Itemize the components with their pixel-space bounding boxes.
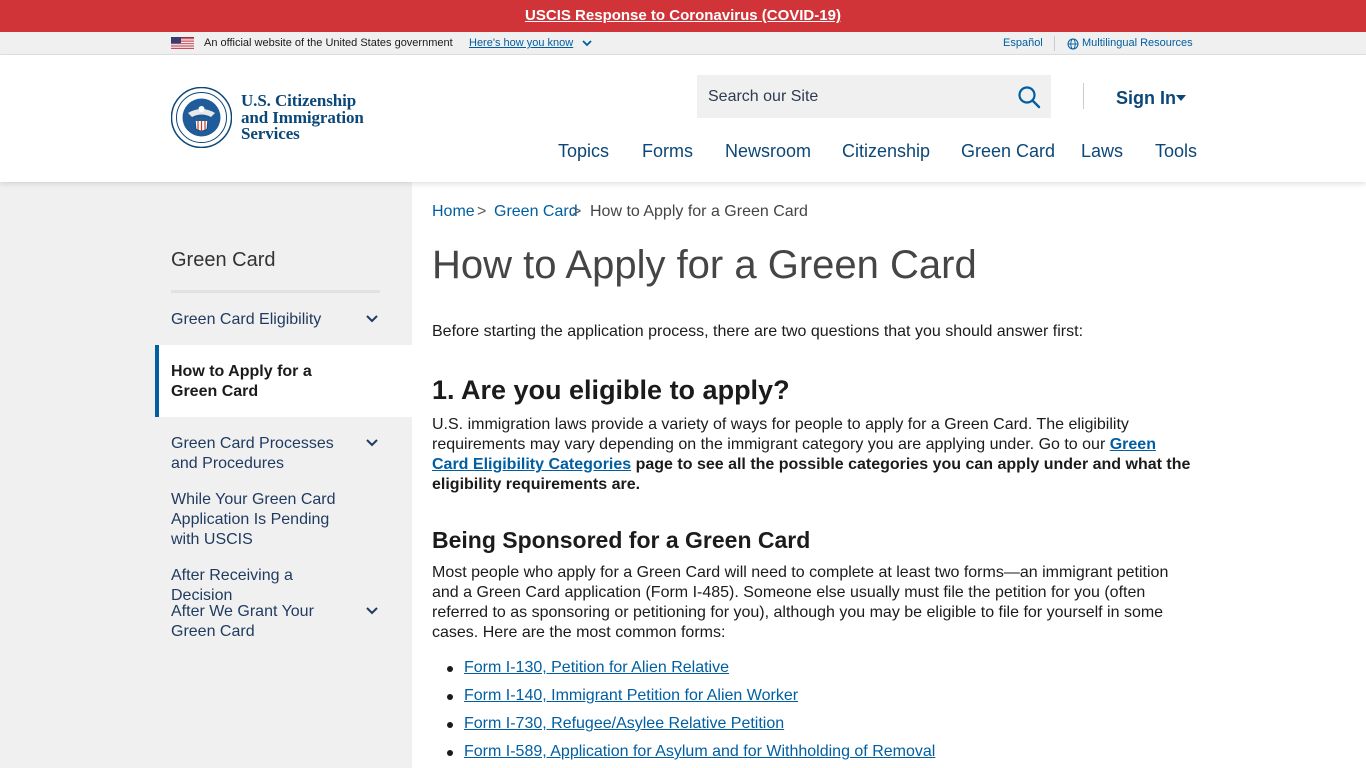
form-i140-link[interactable]: Form I-140, Immigrant Petition for Alien… <box>464 687 798 705</box>
nav-newsroom[interactable]: Newsroom <box>725 141 811 162</box>
form-i130-link[interactable]: Form I-130, Petition for Alien Relative <box>464 659 729 677</box>
sidebar-title[interactable]: Green Card <box>171 249 276 272</box>
chevron-down-icon[interactable] <box>364 603 380 619</box>
us-flag-icon <box>171 37 194 49</box>
section-heading-sponsored: Being Sponsored for a Green Card <box>432 527 811 553</box>
nav-topics[interactable]: Topics <box>558 141 609 162</box>
list-bullet <box>447 750 453 756</box>
site-header: U.S. Citizenship and Immigration Service… <box>0 55 1366 182</box>
gov-banner: An official website of the United States… <box>0 32 1366 55</box>
intro-text: Before starting the application process,… <box>432 323 1084 340</box>
caret-down-icon[interactable] <box>1175 93 1187 103</box>
sidebar-divider <box>171 290 380 293</box>
alert-bar: USCIS Response to Coronavirus (COVID-19) <box>0 0 1366 32</box>
sidebar-item-after-grant[interactable]: After We Grant Your Green Card <box>171 602 351 642</box>
sidebar-item-how-to-apply[interactable]: How to Apply for a Green Card <box>155 345 412 417</box>
sponsored-paragraph: Most people who apply for a Green Card w… <box>432 564 1169 641</box>
banner-divider <box>1054 36 1055 51</box>
espanol-link[interactable]: Español <box>1003 37 1043 49</box>
list-bullet <box>447 666 453 672</box>
nav-forms[interactable]: Forms <box>642 141 693 162</box>
dhs-seal-logo[interactable] <box>171 87 232 148</box>
agency-logo-text[interactable]: U.S. Citizenship and Immigration Service… <box>241 92 364 143</box>
form-i730-link[interactable]: Form I-730, Refugee/Asylee Relative Peti… <box>464 715 784 733</box>
logo-line: Services <box>241 124 300 143</box>
list-bullet <box>447 722 453 728</box>
section-heading-eligibility: 1. Are you eligible to apply? <box>432 375 790 405</box>
sidebar-item-label: How to Apply for a Green Card <box>171 363 312 400</box>
nav-laws[interactable]: Laws <box>1081 141 1123 162</box>
sign-in-button[interactable]: Sign In <box>1116 88 1176 109</box>
breadcrumb-home[interactable]: Home <box>432 203 475 221</box>
covid-alert-link[interactable]: USCIS Response to Coronavirus (COVID-19) <box>0 7 1366 24</box>
nav-green-card[interactable]: Green Card <box>961 141 1055 162</box>
paragraph-text: U.S. immigration laws provide a variety … <box>432 416 1129 453</box>
nav-citizenship[interactable]: Citizenship <box>842 141 930 162</box>
chevron-down-icon[interactable] <box>364 311 380 327</box>
breadcrumb-separator: > <box>477 203 487 220</box>
multilingual-resources-link[interactable]: Multilingual Resources <box>1082 37 1193 49</box>
chevron-down-icon[interactable] <box>364 435 380 451</box>
form-i589-link[interactable]: Form I-589, Application for Asylum and f… <box>464 743 935 761</box>
nav-tools[interactable]: Tools <box>1155 141 1197 162</box>
sidebar-item-after-decision[interactable]: After Receiving a Decision <box>171 566 351 606</box>
search-box <box>697 75 1051 118</box>
sidebar-item-pending[interactable]: While Your Green Card Application Is Pen… <box>171 490 341 550</box>
sidebar-item-processes[interactable]: Green Card Processes and Procedures <box>171 434 351 474</box>
sidebar-nav: Green Card Green Card Eligibility How to… <box>0 182 412 768</box>
chevron-down-icon[interactable] <box>581 37 593 49</box>
page-title: How to Apply for a Green Card <box>432 243 977 287</box>
breadcrumb-separator: > <box>572 203 582 220</box>
search-input[interactable] <box>697 75 1007 118</box>
sidebar-item-green-card-eligibility[interactable]: Green Card Eligibility <box>171 310 351 330</box>
search-icon[interactable] <box>1017 85 1041 109</box>
breadcrumb-current: How to Apply for a Green Card <box>590 203 808 220</box>
official-site-text: An official website of the United States… <box>204 37 453 49</box>
header-divider <box>1083 83 1084 109</box>
globe-icon <box>1067 38 1079 50</box>
eligibility-paragraph: U.S. immigration laws provide a variety … <box>432 415 1196 495</box>
list-bullet <box>447 694 453 700</box>
breadcrumb-green-card[interactable]: Green Card <box>494 203 578 221</box>
how-you-know-link[interactable]: Here's how you know <box>469 37 573 49</box>
